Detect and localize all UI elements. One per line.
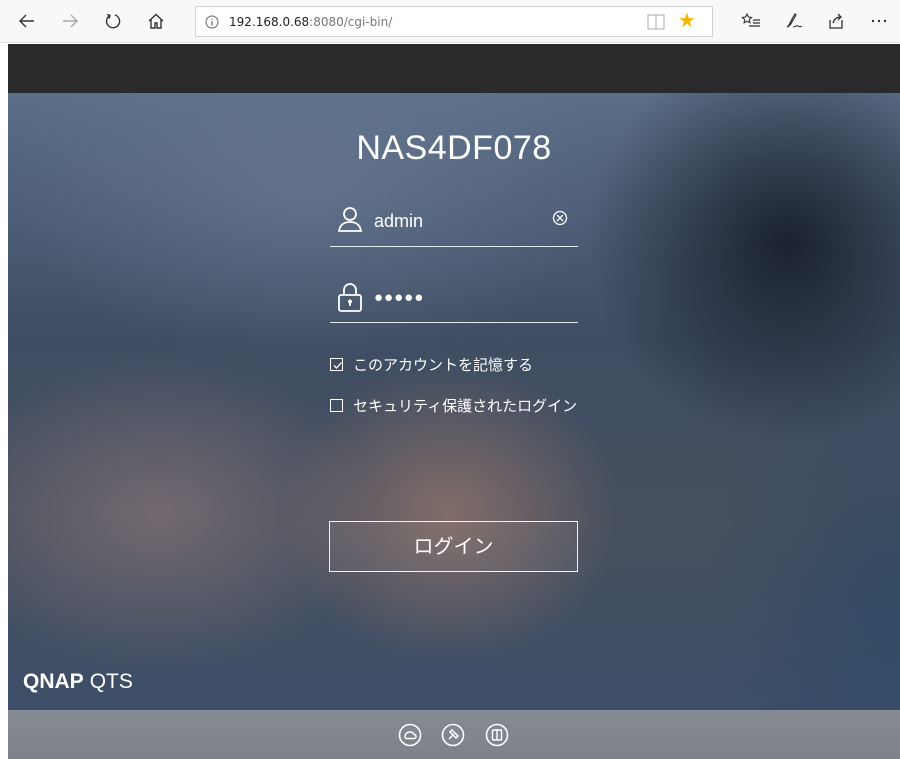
url-path: :8080/cgi-bin/ [309,15,393,29]
share-button[interactable] [823,8,849,34]
brand-name: QNAP [23,670,84,693]
checkbox-unchecked-icon[interactable] [330,399,343,412]
bottom-toolbar [8,710,900,759]
lock-icon [338,283,362,312]
nas-hostname: NAS4DF078 [356,129,552,167]
url-text: 192.168.0.68:8080/cgi-bin/ [229,15,392,29]
password-field[interactable]: ●●●●● [330,277,578,323]
back-icon [19,14,34,28]
brand-logo: QNAP QTS [23,670,133,694]
clear-input-icon[interactable] [552,210,568,226]
favorites-button[interactable] [738,8,764,34]
remember-account-checkbox[interactable]: このアカウントを記憶する [330,354,533,375]
user-icon [337,207,363,232]
share-icon [829,13,843,29]
favorites-list-icon [741,12,760,27]
qfinder-icon[interactable] [398,723,422,747]
favorite-star-icon[interactable]: ★ [678,9,696,33]
brand-product: QTS [89,670,133,693]
app-icon[interactable] [485,723,509,747]
home-icon [148,13,164,29]
tools-icon[interactable] [441,723,465,747]
secure-login-checkbox[interactable]: セキュリティ保護されたログイン [330,395,577,416]
username-field[interactable]: admin [330,201,578,247]
more-button[interactable] [866,8,892,34]
secure-login-label: セキュリティ保護されたログイン [353,397,578,415]
refresh-icon [105,13,121,29]
more-icon [871,19,887,23]
password-value[interactable]: ●●●●● [374,289,424,306]
forward-icon [63,14,78,28]
forward-button[interactable] [57,8,83,34]
username-value[interactable]: admin [374,211,423,232]
home-button[interactable] [143,8,169,34]
remember-account-label: このアカウントを記憶する [353,356,534,374]
login-panel: NAS4DF078 admin ●●●●● このアカウントを記憶する セキュリテ… [8,93,900,710]
refresh-button[interactable] [100,8,126,34]
url-host: 192.168.0.68 [229,15,310,29]
address-bar[interactable]: 192.168.0.68:8080/cgi-bin/ ★ [195,6,713,37]
pen-icon [786,13,803,28]
top-dark-strip [8,44,900,93]
reading-view-icon[interactable] [647,14,665,30]
browser-toolbar: 192.168.0.68:8080/cgi-bin/ ★ [0,0,900,43]
login-button[interactable]: ログイン [329,521,578,572]
info-icon[interactable] [205,15,219,29]
checkbox-checked-icon[interactable] [330,358,343,371]
back-button[interactable] [14,8,40,34]
notes-button[interactable] [781,8,807,34]
